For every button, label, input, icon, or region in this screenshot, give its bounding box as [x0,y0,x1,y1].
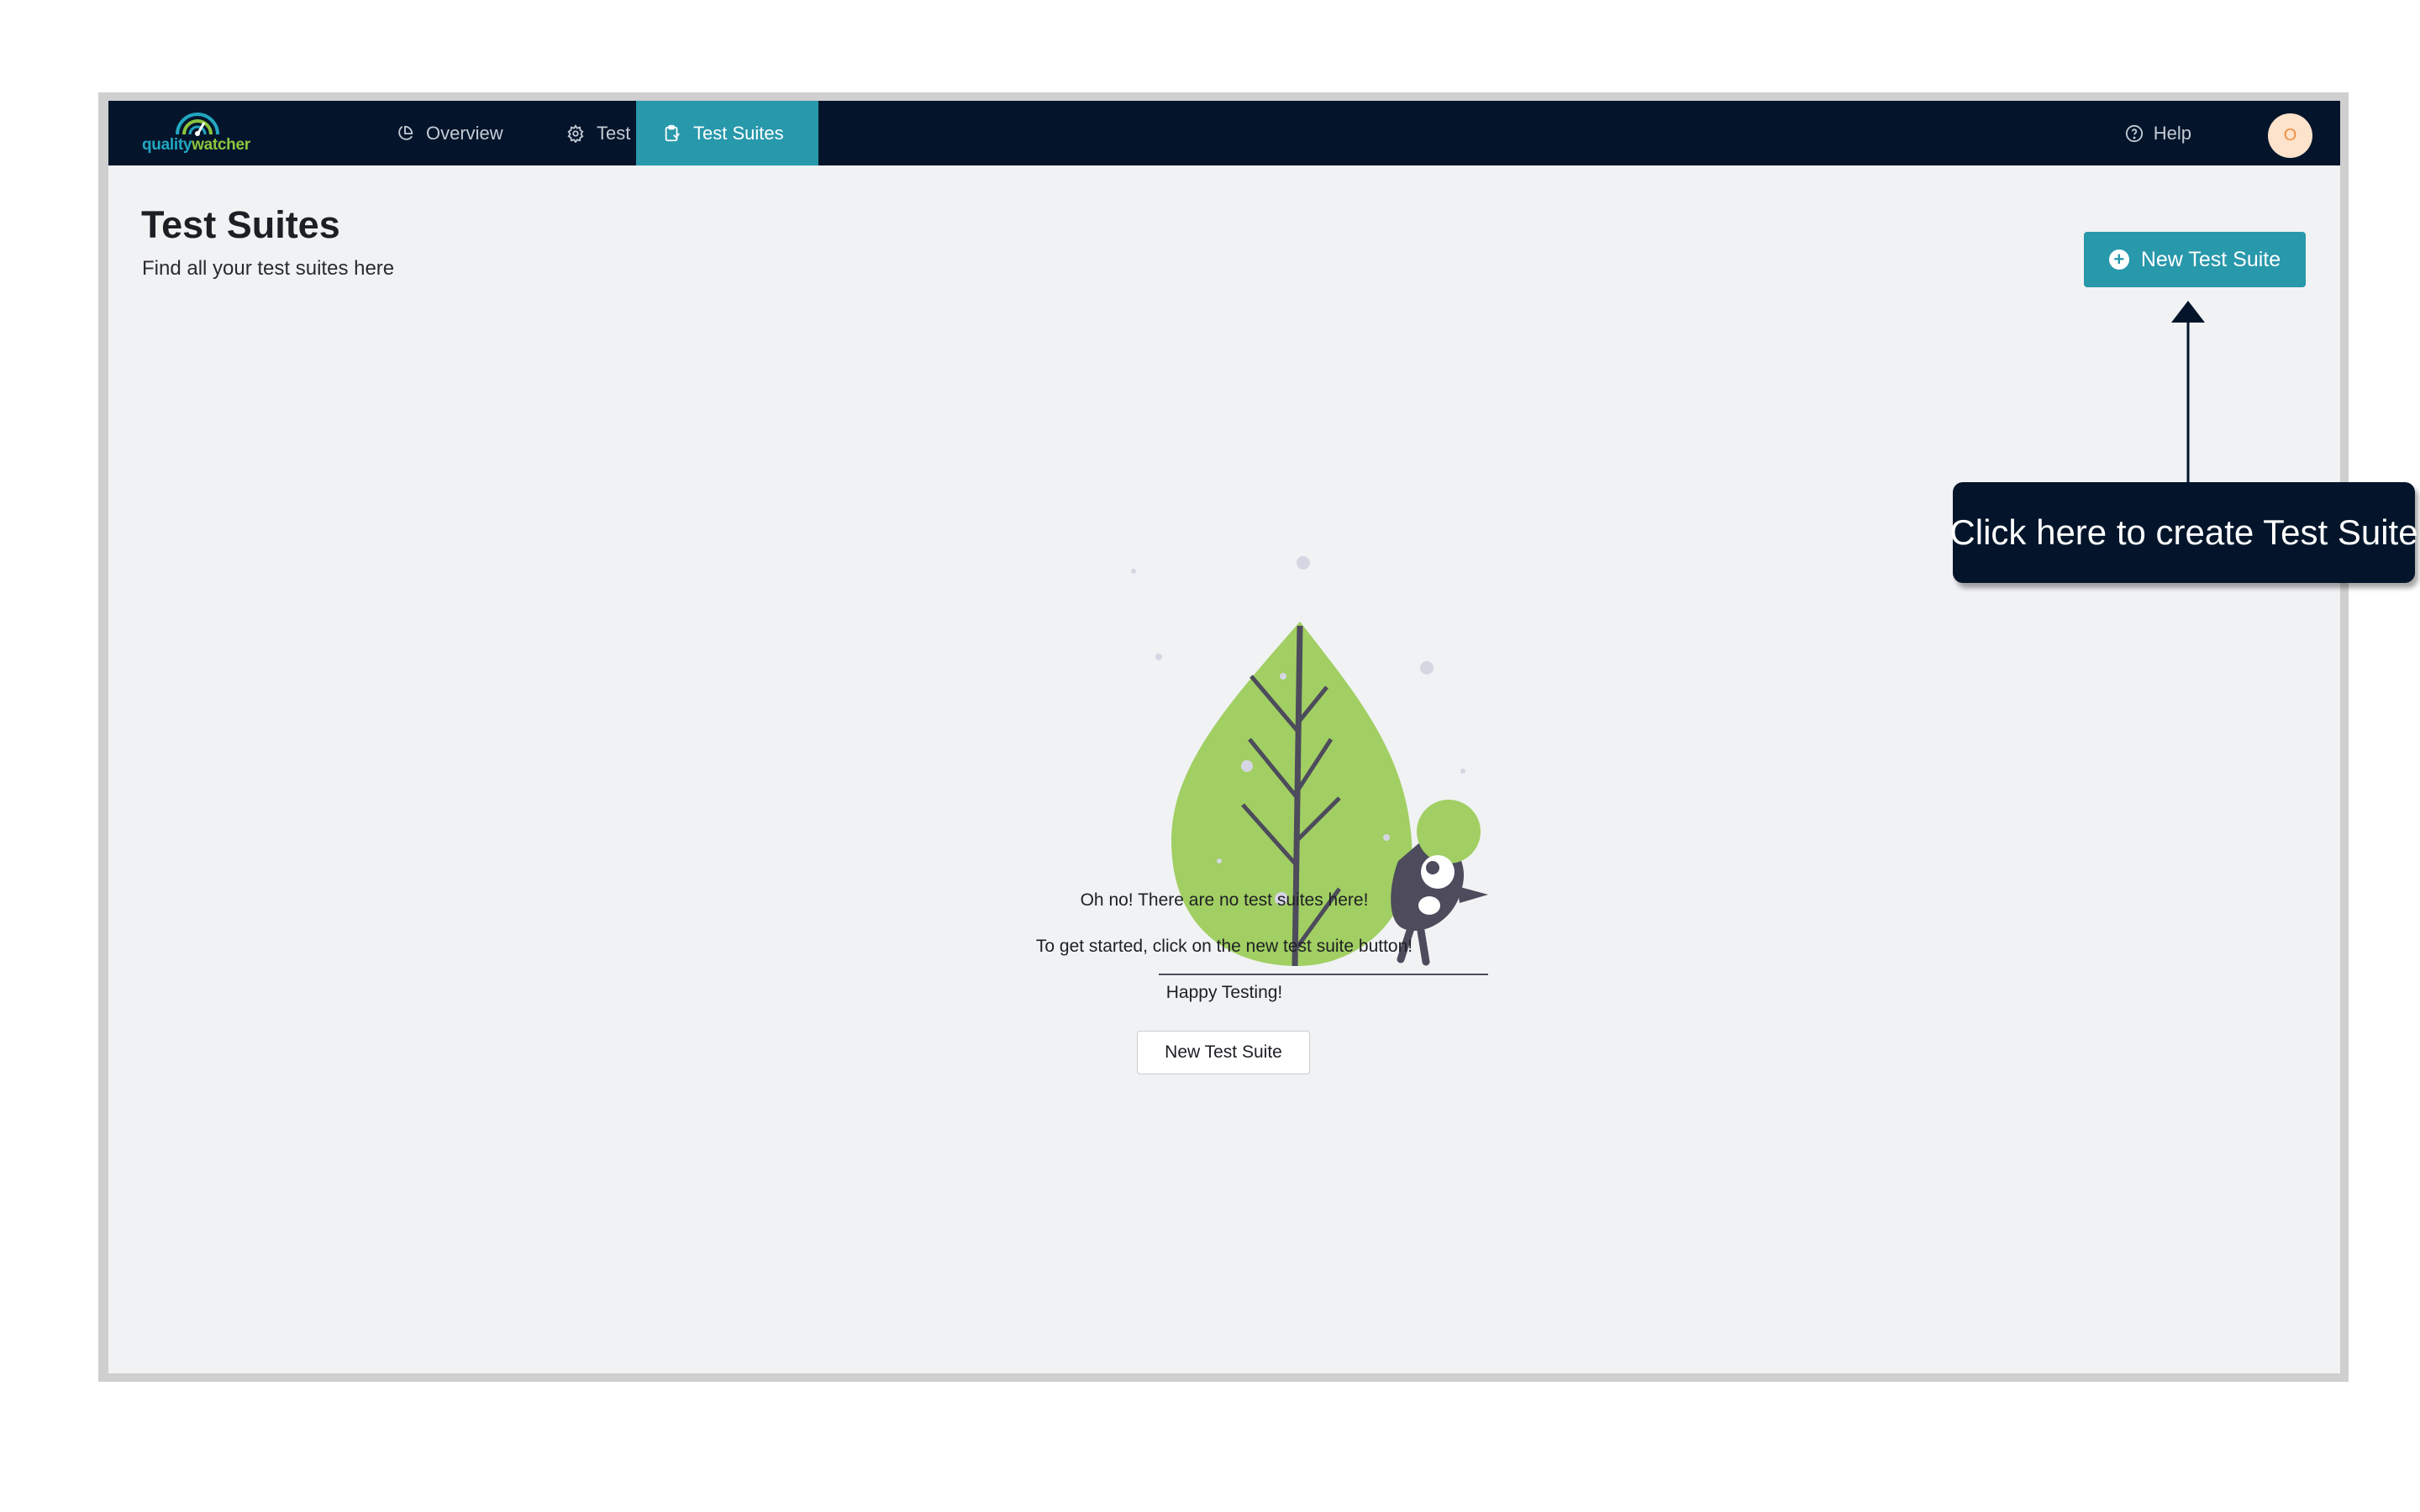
screenshot-frame: qualitywatcher Overview Test Runs Test S… [98,92,2349,1382]
nav-item-overview[interactable]: Overview [369,101,530,165]
pie-chart-icon [398,125,413,140]
nav-item-test-suites[interactable]: Test Suites [636,101,818,165]
nav-item-label: Test Suites [693,122,784,144]
nav-item-label: Overview [426,122,503,144]
clipboard-icon [665,124,680,141]
empty-state-message: Oh no! There are no test suites here! [1080,890,1369,910]
logo-gauge-icon [176,113,219,136]
callout-tooltip: Click here to create Test Suite [1949,482,2418,583]
top-navbar: qualitywatcher Overview Test Runs Test S… [108,101,2340,165]
plus-circle-icon: + [2108,249,2129,270]
page-subtitle: Find all your test suites here [142,257,395,280]
app-window: qualitywatcher Overview Test Runs Test S… [108,101,2340,1373]
empty-state-signoff: Happy Testing! [1165,983,1283,1002]
empty-state-hint: To get started, click on the new test su… [1035,937,1413,956]
avatar[interactable]: O [2268,113,2312,158]
help-label: Help [2153,122,2191,144]
new-test-suite-button-label: New Test Suite [2140,247,2281,271]
help-link[interactable]: Help [2125,101,2191,165]
logo-text: qualitywatcher [142,136,250,154]
callout-arrow-up-icon [2171,301,2205,482]
logo[interactable]: qualitywatcher [142,108,264,160]
gear-icon [567,123,584,143]
page-title: Test Suites [141,203,340,246]
empty-state-new-test-suite-button[interactable]: New Test Suite [1137,1031,1310,1074]
question-circle-icon [2125,124,2143,142]
new-test-suite-button[interactable]: + New Test Suite [2084,232,2306,287]
